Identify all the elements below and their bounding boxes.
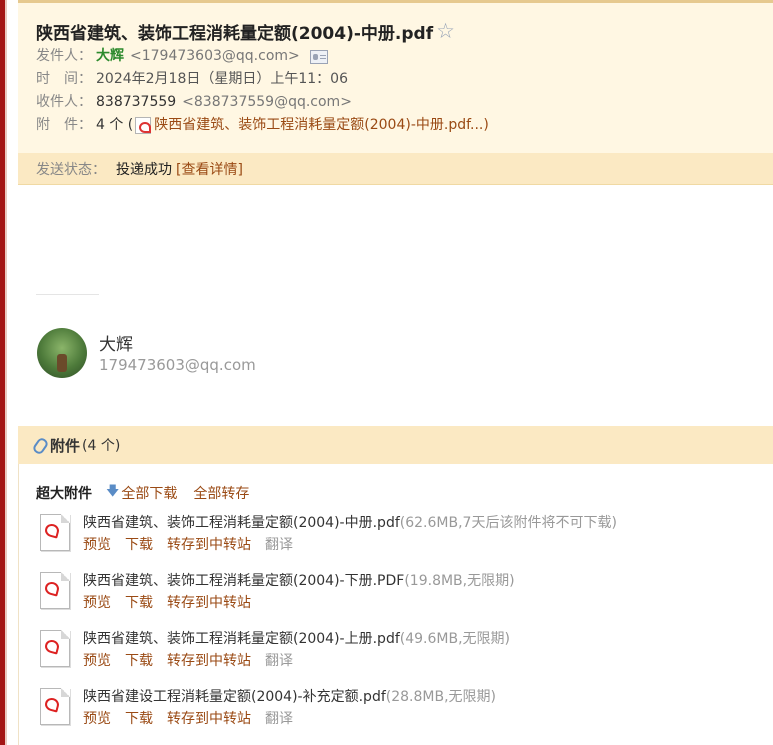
attachment-actions: 预览 下载 转存到中转站 翻译 — [83, 650, 510, 672]
attachment-item: 陕西省建设工程消耗量定额(2004)-补充定额.pdf(28.8MB,无限期) … — [37, 686, 496, 730]
pdf-icon — [135, 117, 152, 134]
transfer-link[interactable]: 转存到中转站 — [167, 537, 251, 553]
attachment-actions: 预览 下载 转存到中转站 翻译 — [83, 708, 496, 730]
attachment-text: 陕西省建筑、装饰工程消耗量定额(2004)-上册.pdf(49.6MB,无限期)… — [83, 628, 510, 672]
preview-link[interactable]: 预览 — [83, 711, 111, 727]
attachment-text: 陕西省建设工程消耗量定额(2004)-补充定额.pdf(28.8MB,无限期) … — [83, 686, 496, 730]
transfer-link[interactable]: 转存到中转站 — [167, 595, 251, 611]
signature-email: 179473603@qq.com — [99, 356, 256, 374]
contact-card-icon[interactable] — [309, 49, 328, 64]
save-all-link[interactable]: 全部转存 — [193, 483, 249, 503]
attachment-count: 4 个 ( — [96, 117, 134, 133]
download-arrow-icon: 🡇 — [106, 484, 120, 499]
from-label: 发件人： — [36, 48, 92, 64]
translate-link[interactable]: 翻译 — [265, 711, 293, 727]
delivery-status-bar: 发送状态： 投递成功 [查看详情] — [18, 153, 773, 185]
attachment-link[interactable]: 陕西省建筑、装饰工程消耗量定额(2004)-中册.pdf...) — [154, 114, 489, 137]
download-link[interactable]: 下载 — [125, 595, 153, 611]
big-attachments-label: 超大附件 — [36, 486, 92, 502]
attachments-body: 超大附件 🡇 全部下载 全部转存 陕西省建筑、装饰工程消耗量定额(2004)-中… — [18, 464, 773, 745]
attachments-count: (4 个) — [82, 438, 121, 454]
window-left-border-shadow — [5, 0, 7, 745]
attachment-row: 附 件： 4 个 ( 陕西省建筑、装饰工程消耗量定额(2004)-中册.pdf.… — [36, 114, 773, 137]
sender-email: <179473603@qq.com> — [130, 48, 300, 64]
attachment-item: 陕西省建筑、装饰工程消耗量定额(2004)-下册.PDF(19.8MB,无限期)… — [37, 570, 515, 614]
transfer-link[interactable]: 转存到中转站 — [167, 653, 251, 669]
attachment-meta: (28.8MB,无限期) — [385, 689, 496, 705]
big-attachments-row: 超大附件 🡇 全部下载 全部转存 — [36, 482, 249, 504]
to-label: 收件人： — [36, 94, 92, 110]
email-header: 陕西省建筑、装饰工程消耗量定额(2004)-中册.pdf ☆ 发件人： 大辉 <… — [18, 3, 773, 153]
email-subject-text: 陕西省建筑、装饰工程消耗量定额(2004)-中册.pdf — [36, 23, 434, 44]
attachment-meta: (19.8MB,无限期) — [404, 573, 515, 589]
download-all-link[interactable]: 全部下载 — [121, 483, 177, 503]
attachment-name: 陕西省建筑、装饰工程消耗量定额(2004)-上册.pdf(49.6MB,无限期) — [83, 628, 510, 650]
pdf-file-icon[interactable] — [37, 572, 71, 610]
download-link[interactable]: 下载 — [125, 653, 153, 669]
signature: 大辉 179473603@qq.com — [37, 328, 256, 378]
attachments-title: 附件 — [50, 436, 81, 455]
attachment-text: 陕西省建筑、装饰工程消耗量定额(2004)-中册.pdf(62.6MB,7天后该… — [83, 512, 617, 556]
pdf-file-icon[interactable] — [37, 514, 71, 552]
avatar[interactable] — [37, 328, 87, 378]
attachment-name: 陕西省建筑、装饰工程消耗量定额(2004)-下册.PDF(19.8MB,无限期) — [83, 570, 515, 592]
attachment-label: 附 件： — [36, 117, 92, 133]
time-label: 时 间： — [36, 71, 92, 87]
status-value: 投递成功 — [116, 161, 172, 178]
from-row: 发件人： 大辉 <179473603@qq.com> — [36, 45, 773, 68]
transfer-link[interactable]: 转存到中转站 — [167, 711, 251, 727]
recipient-name[interactable]: 838737559 — [96, 91, 176, 114]
paperclip-icon — [32, 437, 46, 453]
attachment-name: 陕西省建设工程消耗量定额(2004)-补充定额.pdf(28.8MB,无限期) — [83, 686, 496, 708]
download-link[interactable]: 下载 — [125, 711, 153, 727]
pdf-file-icon[interactable] — [37, 630, 71, 668]
signature-name: 大辉 — [99, 335, 133, 355]
preview-link[interactable]: 预览 — [83, 653, 111, 669]
attachment-filename: 陕西省建筑、装饰工程消耗量定额(2004)-下册.PDF — [83, 573, 405, 589]
translate-link[interactable]: 翻译 — [265, 653, 293, 669]
attachments-title-bar: 附件 (4 个) — [18, 426, 773, 464]
attachment-filename: 陕西省建设工程消耗量定额(2004)-补充定额.pdf — [83, 689, 386, 705]
status-details-link[interactable]: [查看详情] — [176, 159, 243, 179]
sender-name[interactable]: 大辉 — [96, 45, 124, 68]
status-label: 发送状态： — [36, 161, 106, 178]
time-value: 2024年2月18日（星期日）上午11：06 — [96, 71, 348, 87]
email-subject: 陕西省建筑、装饰工程消耗量定额(2004)-中册.pdf ☆ — [36, 17, 773, 45]
time-row: 时 间： 2024年2月18日（星期日）上午11：06 — [36, 68, 773, 91]
translate-link[interactable]: 翻译 — [265, 537, 293, 553]
attachment-actions: 预览 下载 转存到中转站 — [83, 592, 515, 614]
attachment-meta: (49.6MB,无限期) — [399, 631, 510, 647]
preview-link[interactable]: 预览 — [83, 595, 111, 611]
attachment-filename: 陕西省建筑、装饰工程消耗量定额(2004)-中册.pdf — [83, 515, 400, 531]
signature-text: 大辉 179473603@qq.com — [99, 330, 256, 374]
attachment-item: 陕西省建筑、装饰工程消耗量定额(2004)-上册.pdf(49.6MB,无限期)… — [37, 628, 510, 672]
attachment-actions: 预览 下载 转存到中转站 翻译 — [83, 534, 617, 556]
star-icon[interactable]: ☆ — [436, 20, 455, 42]
to-row: 收件人： 838737559 <838737559@qq.com> — [36, 91, 773, 114]
attachment-meta: (62.6MB,7天后该附件将不可下载) — [399, 515, 617, 531]
pdf-file-icon[interactable] — [37, 688, 71, 726]
preview-link[interactable]: 预览 — [83, 537, 111, 553]
attachment-item: 陕西省建筑、装饰工程消耗量定额(2004)-中册.pdf(62.6MB,7天后该… — [37, 512, 617, 556]
attachment-filename: 陕西省建筑、装饰工程消耗量定额(2004)-上册.pdf — [83, 631, 400, 647]
signature-divider — [36, 294, 99, 295]
attachment-text: 陕西省建筑、装饰工程消耗量定额(2004)-下册.PDF(19.8MB,无限期)… — [83, 570, 515, 614]
attachment-name: 陕西省建筑、装饰工程消耗量定额(2004)-中册.pdf(62.6MB,7天后该… — [83, 512, 617, 534]
recipient-email: <838737559@qq.com> — [182, 94, 352, 110]
download-link[interactable]: 下载 — [125, 537, 153, 553]
